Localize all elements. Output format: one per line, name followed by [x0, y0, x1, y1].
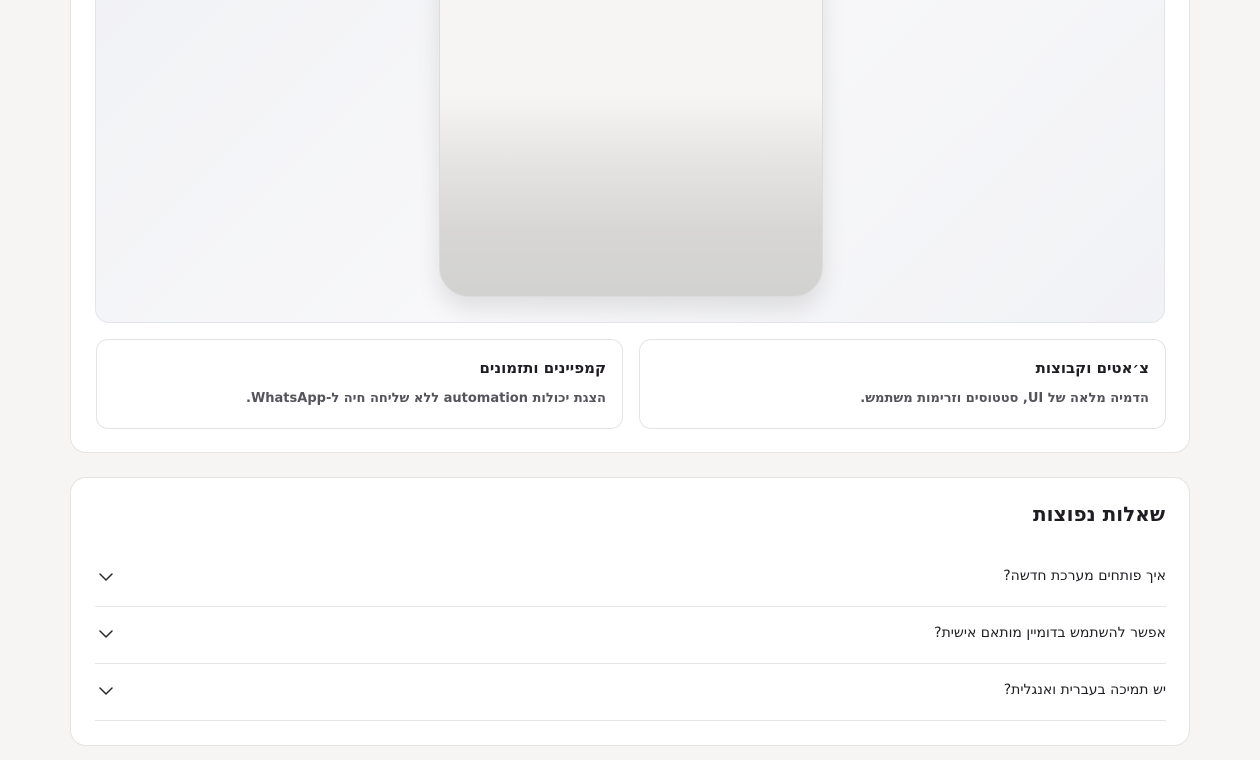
feature-description: הדמיה מלאה של UI, סטטוסים וזרימות משתמש.: [860, 391, 1149, 406]
chevron-down-icon[interactable]: [99, 572, 113, 582]
faq-title: שאלות נפוצות: [1033, 502, 1165, 526]
feature-card-campaigns: קמפיינים ותזמונים הצגת יכולות automation…: [96, 339, 623, 429]
faq-item[interactable]: יש תמיכה בעברית ואנגלית?: [95, 664, 1166, 721]
feature-description: הצגת יכולות automation ללא שליחה חיה ל-W…: [245, 391, 606, 406]
phone-mockup: [439, 0, 823, 297]
chevron-down-icon[interactable]: [99, 629, 113, 639]
faq-question: אפשר להשתמש בדומיין מותאם אישית?: [934, 625, 1166, 641]
chevron-down-icon[interactable]: [99, 686, 113, 696]
faq-item[interactable]: אפשר להשתמש בדומיין מותאם אישית?: [95, 607, 1166, 664]
app-preview-panel: [95, 0, 1165, 323]
faq-question: איך פותחים מערכת חדשה?: [1003, 568, 1166, 584]
feature-title: צ׳אטים וקבוצות: [1035, 359, 1149, 377]
faq-item[interactable]: איך פותחים מערכת חדשה?: [95, 550, 1166, 607]
faq-question: יש תמיכה בעברית ואנגלית?: [1003, 682, 1166, 698]
faq-section: שאלות נפוצות איך פותחים מערכת חדשה? אפשר…: [70, 477, 1190, 746]
showcase-card: צ׳אטים וקבוצות הדמיה מלאה של UI, סטטוסים…: [70, 0, 1190, 453]
feature-card-chats: צ׳אטים וקבוצות הדמיה מלאה של UI, סטטוסים…: [639, 339, 1166, 429]
feature-title: קמפיינים ותזמונים: [479, 359, 606, 377]
